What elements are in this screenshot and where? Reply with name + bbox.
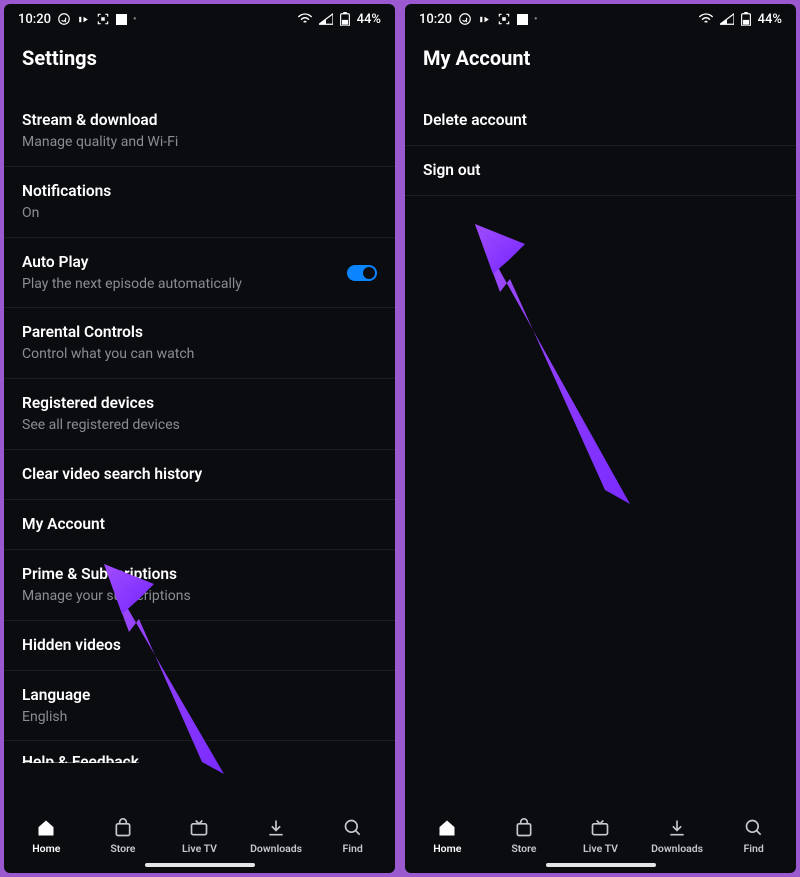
row-sub: Manage your subscriptions [22,587,377,606]
row-stream-download[interactable]: Stream & download Manage quality and Wi-… [4,96,395,167]
status-time: 10:20 [419,12,452,27]
screenshot-icon [96,12,110,26]
row-title: My Account [22,514,377,535]
nav-label: Home [32,842,60,855]
row-title: Parental Controls [22,322,377,343]
row-title: Delete account [423,110,778,131]
row-title: Notifications [22,181,377,202]
row-title: Clear video search history [22,464,377,485]
home-icon [36,817,56,839]
nav-home[interactable]: Home [16,817,76,855]
search-icon [744,817,764,839]
tv-icon [590,817,610,839]
row-title: Auto Play [22,252,347,273]
square-icon [517,14,528,25]
screenshot-icon [497,12,511,26]
nav-label: Downloads [250,842,302,855]
nav-store[interactable]: Store [494,817,554,855]
row-title: Hidden videos [22,635,377,656]
status-bar: 10:20 • 44% [4,4,395,32]
nav-label: Find [744,842,764,855]
nav-find[interactable]: Find [724,817,784,855]
download-icon [266,817,286,839]
row-title: Sign out [423,160,778,181]
page-title: Settings [4,32,395,90]
dot-icon: • [133,14,137,25]
square-icon [116,14,127,25]
row-sub: Control what you can watch [22,345,377,364]
row-title: Registered devices [22,393,377,414]
row-sub: Manage quality and Wi-Fi [22,133,377,152]
nav-live-tv[interactable]: Live TV [570,817,630,855]
download-icon [667,817,687,839]
bag-icon [514,817,534,839]
row-title: Language [22,685,377,706]
row-sub: On [22,204,377,223]
bottom-nav: Home Store Live TV Downloads Find [405,809,796,859]
whatsapp-icon [458,12,472,26]
account-list: Delete account Sign out [405,90,796,809]
nav-label: Find [343,842,363,855]
row-title: Stream & download [22,110,377,131]
row-prime-subscriptions[interactable]: Prime & Subscriptions Manage your subscr… [4,550,395,621]
row-my-account[interactable]: My Account [4,500,395,550]
row-parental-controls[interactable]: Parental Controls Control what you can w… [4,308,395,379]
auto-play-toggle[interactable] [347,265,377,281]
media-icon [77,13,90,26]
wifi-icon [698,13,714,25]
wifi-icon [297,13,313,25]
nav-label: Home [433,842,461,855]
nav-label: Store [511,842,536,855]
row-hidden-videos[interactable]: Hidden videos [4,621,395,671]
media-icon [478,13,491,26]
signal-icon [720,13,734,25]
settings-list: Stream & download Manage quality and Wi-… [4,90,395,809]
nav-downloads[interactable]: Downloads [647,817,707,855]
battery-icon [740,12,752,26]
nav-store[interactable]: Store [93,817,153,855]
nav-downloads[interactable]: Downloads [246,817,306,855]
row-auto-play[interactable]: Auto Play Play the next episode automati… [4,238,395,309]
row-delete-account[interactable]: Delete account [405,96,796,146]
battery-icon [339,12,351,26]
page-title: My Account [405,32,796,90]
row-sub: Play the next episode automatically [22,275,347,294]
row-notifications[interactable]: Notifications On [4,167,395,238]
status-bar: 10:20 • 44% [405,4,796,32]
nav-live-tv[interactable]: Live TV [169,817,229,855]
signal-icon [319,13,333,25]
nav-label: Live TV [182,842,217,855]
row-sub: English [22,708,377,727]
bottom-nav: Home Store Live TV Downloads Find [4,809,395,859]
tv-icon [189,817,209,839]
row-help-feedback[interactable]: Help & Feedback [4,741,395,763]
row-sub: See all registered devices [22,416,377,435]
status-battery-pct: 44% [758,12,782,27]
row-title: Prime & Subscriptions [22,564,377,585]
home-indicator[interactable] [546,863,656,867]
home-indicator[interactable] [145,863,255,867]
nav-label: Downloads [651,842,703,855]
nav-find[interactable]: Find [323,817,383,855]
search-icon [343,817,363,839]
nav-label: Live TV [583,842,618,855]
home-icon [437,817,457,839]
phone-left: 10:20 • 44% [4,4,395,873]
row-clear-history[interactable]: Clear video search history [4,450,395,500]
row-sign-out[interactable]: Sign out [405,146,796,196]
status-battery-pct: 44% [357,12,381,27]
nav-home[interactable]: Home [417,817,477,855]
bag-icon [113,817,133,839]
whatsapp-icon [57,12,71,26]
row-registered-devices[interactable]: Registered devices See all registered de… [4,379,395,450]
phone-right: 10:20 • 44% My Account Delete account Si… [405,4,796,873]
row-language[interactable]: Language English [4,671,395,742]
nav-label: Store [110,842,135,855]
dot-icon: • [534,14,538,25]
status-time: 10:20 [18,12,51,27]
